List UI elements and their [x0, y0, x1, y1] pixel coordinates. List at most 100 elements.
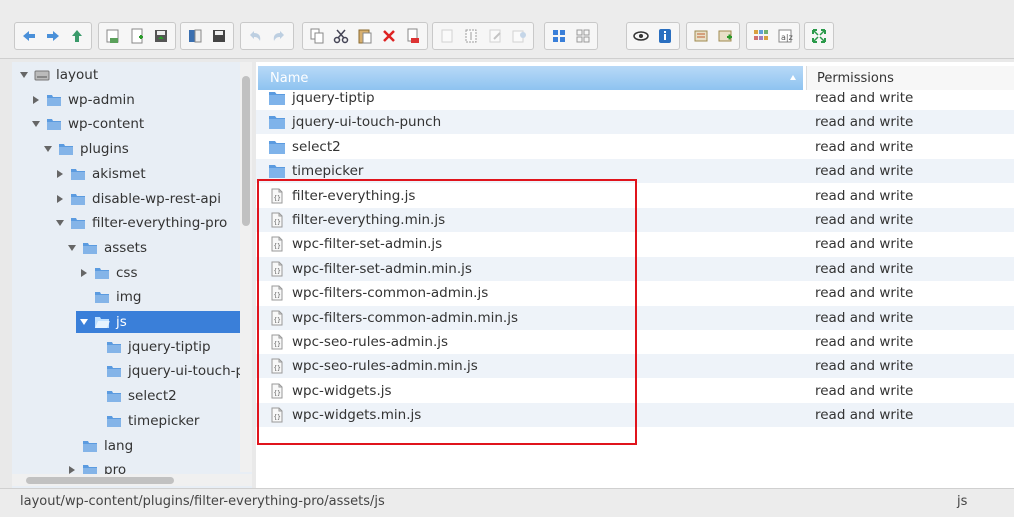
file-row[interactable]: {} filter-everything.min.js read and write	[256, 208, 1014, 232]
svg-text:a|z: a|z	[781, 33, 793, 42]
collapse-arrow-icon[interactable]	[18, 69, 30, 81]
toolbar-group	[686, 22, 740, 50]
redo-button[interactable]	[269, 26, 289, 46]
file-permissions: read and write	[815, 260, 914, 277]
preview-button[interactable]	[631, 26, 651, 46]
select-all-button[interactable]	[691, 26, 711, 46]
download-icon	[213, 30, 225, 42]
toolbar-group	[14, 22, 92, 50]
js-file-icon: {}	[271, 236, 283, 252]
duplicate-button[interactable]	[437, 26, 457, 46]
paste-button[interactable]	[355, 26, 375, 46]
upload-button[interactable]	[151, 26, 171, 46]
tree-item-wp-admin[interactable]: wp-admin	[30, 89, 135, 111]
file-row[interactable]: timepicker read and write	[256, 159, 1014, 184]
info-button[interactable]	[655, 26, 675, 46]
search-button[interactable]: a|z	[775, 26, 795, 46]
tree-item-jquery-ui-touch-punch[interactable]: jquery-ui-touch-punch	[90, 360, 252, 382]
collapse-arrow-icon[interactable]	[54, 217, 66, 229]
fullscreen-button[interactable]	[809, 26, 829, 46]
file-row[interactable]: {} wpc-filters-common-admin.min.js read an…	[256, 305, 1014, 330]
select-none-button[interactable]	[715, 26, 735, 46]
tree-item-akismet[interactable]: akismet	[54, 163, 146, 185]
forward-button[interactable]	[43, 26, 63, 46]
edit-button[interactable]	[485, 26, 505, 46]
collapse-arrow-icon[interactable]	[42, 143, 54, 155]
svg-text:{}: {}	[274, 292, 281, 299]
folder-icon	[47, 94, 61, 106]
tree-item-assets[interactable]: assets	[66, 237, 147, 259]
tree-horizontal-scrollbar[interactable]	[12, 474, 252, 486]
file-row[interactable]: {} wpc-filter-set-admin.min.js read and wr…	[256, 256, 1014, 281]
file-row[interactable]: select2 read and write	[256, 135, 1014, 159]
delete-button[interactable]	[379, 26, 399, 46]
tree-item-lang[interactable]: lang	[66, 435, 133, 457]
sort-ascending-icon	[790, 75, 796, 80]
file-row[interactable]: {} wpc-seo-rules-admin.min.js read and wri…	[256, 354, 1014, 379]
tree-vertical-scrollbar[interactable]	[240, 62, 252, 472]
tree-item-label: timepicker	[128, 412, 200, 429]
open-button[interactable]	[185, 26, 205, 46]
tree-item-js[interactable]: js	[76, 311, 252, 333]
tree-item-filter-everything-pro[interactable]: filter-everything-pro	[54, 212, 227, 234]
expand-arrow-icon[interactable]	[54, 193, 66, 205]
rename-button[interactable]	[461, 26, 481, 46]
file-row[interactable]: jquery-ui-touch-punch read and write	[256, 110, 1014, 135]
folder-open-icon	[95, 317, 110, 328]
tree-item-jquery-tiptip[interactable]: jquery-tiptip	[90, 336, 211, 358]
folder-icon	[95, 267, 109, 279]
view-list-button[interactable]	[573, 26, 593, 46]
expand-arrow-icon[interactable]	[78, 267, 90, 279]
collapse-arrow-icon[interactable]	[30, 118, 42, 130]
mkfile-button[interactable]	[127, 26, 147, 46]
tree-item-img[interactable]: img	[78, 286, 141, 308]
tree-item-plugins[interactable]: plugins	[42, 138, 129, 160]
copy-button[interactable]	[307, 26, 327, 46]
file-row[interactable]: {} wpc-widgets.min.js read and write	[256, 403, 1014, 428]
collapse-arrow-icon[interactable]	[78, 316, 90, 328]
file-permissions: read and write	[815, 358, 914, 375]
file-row[interactable]: {} wpc-seo-rules-admin.js read and write	[256, 330, 1014, 354]
cut-button[interactable]	[331, 26, 351, 46]
view-icons-button[interactable]	[549, 26, 569, 46]
up-button[interactable]	[67, 26, 87, 46]
svg-text:{}: {}	[274, 390, 281, 397]
file-name: wpc-widgets.min.js	[292, 407, 422, 424]
tree-item-label: disable-wp-rest-api	[92, 190, 221, 207]
file-row[interactable]: {} filter-everything.js read and write	[256, 184, 1014, 208]
tree-item-layout[interactable]: layout	[18, 64, 98, 86]
expand-arrow-icon[interactable]	[54, 168, 66, 180]
empty-button[interactable]	[403, 26, 423, 46]
file-row[interactable]: jquery-tiptip read and write	[256, 86, 1014, 110]
expand-arrow-icon[interactable]	[30, 94, 42, 106]
undo-button[interactable]	[245, 26, 265, 46]
file-row[interactable]: {} wpc-filters-common-admin.js read and wr…	[256, 281, 1014, 305]
tree-item-wp-content[interactable]: wp-content	[30, 113, 144, 135]
collapse-arrow-icon[interactable]	[66, 242, 78, 254]
tree-item-timepicker[interactable]: timepicker	[90, 410, 199, 432]
tree-horizontal-scroll-thumb[interactable]	[26, 477, 174, 484]
tree-vertical-scroll-thumb[interactable]	[242, 76, 250, 226]
sort-button[interactable]	[751, 26, 771, 46]
js-file-icon: {}	[271, 285, 283, 301]
download-button[interactable]	[209, 26, 229, 46]
tree-item-label: jquery-tiptip	[128, 338, 211, 355]
mkdir-button[interactable]	[103, 26, 123, 46]
file-row[interactable]: {} wpc-filter-set-admin.js read and write	[256, 232, 1014, 256]
file-row[interactable]: {} wpc-widgets.js read and write	[256, 379, 1014, 403]
folder-icon	[107, 391, 121, 403]
info-icon	[659, 29, 671, 43]
folder-icon	[71, 168, 85, 180]
tree-item-label: select2	[128, 388, 177, 405]
file-permissions: read and write	[815, 114, 914, 131]
file-permissions: read and write	[815, 285, 914, 302]
folder-icon	[107, 341, 121, 353]
tree-item-select2[interactable]: select2	[90, 385, 177, 407]
file-name: wpc-filters-common-admin.js	[292, 285, 489, 302]
svg-text:{}: {}	[274, 341, 281, 348]
js-file-icon: {}	[271, 188, 283, 204]
extract-button[interactable]	[509, 26, 529, 46]
back-button[interactable]	[19, 26, 39, 46]
tree-item-css[interactable]: css	[78, 262, 138, 284]
tree-item-disable-wp-rest-api[interactable]: disable-wp-rest-api	[54, 188, 221, 210]
